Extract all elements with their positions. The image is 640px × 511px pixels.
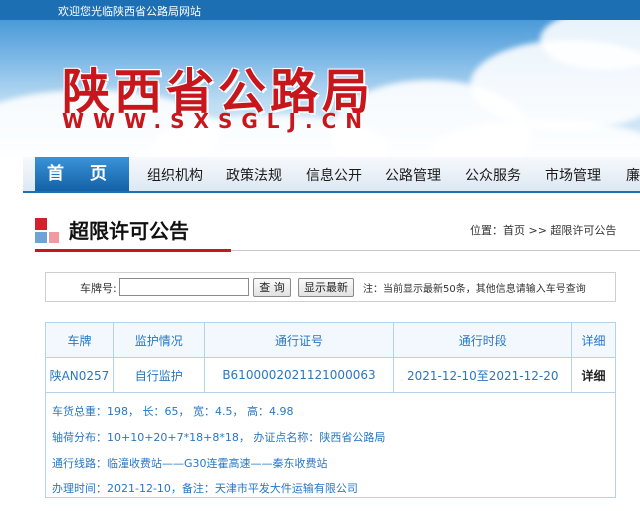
- table-header-row: 车牌 监护情况 通行证号 通行时段 详细: [45, 322, 616, 358]
- detail-issue-time: 办理时间：2021-12-10，备注：天津市平发大件运输有限公司: [52, 482, 358, 495]
- page-title: 超限许可公告: [69, 219, 189, 243]
- title-decoration-icon: [49, 232, 59, 243]
- search-bar: 车牌号: 查 询 显示最新 注：当前显示最新50条，其他信息请输入车号查询: [45, 272, 616, 302]
- detail-route: 通行线路：临潼收费站——G30连霍高速——秦东收费站: [52, 457, 328, 470]
- cell-period: 2021-12-10至2021-12-20: [393, 357, 573, 393]
- site-url: WWW.SXSGLJ.CN: [62, 109, 371, 133]
- plate-input[interactable]: [119, 278, 249, 296]
- table-row: 陕AN0257 自行监护 B6100002021121000063 2021-1…: [45, 357, 616, 393]
- cell-permit-no: B6100002021121000063: [203, 357, 395, 393]
- top-bar: 欢迎您光临陕西省公路局网站: [0, 0, 640, 20]
- search-note: 注：当前显示最新50条，其他信息请输入车号查询: [363, 284, 586, 295]
- show-latest-button[interactable]: 显示最新: [298, 278, 354, 297]
- welcome-text: 欢迎您光临陕西省公路局网站: [58, 5, 201, 18]
- column-header-detail: 详细: [571, 322, 616, 358]
- nav-item-market[interactable]: 市场管理: [545, 157, 601, 191]
- site-banner: 陕西省公路局 WWW.SXSGLJ.CN: [0, 20, 640, 157]
- cell-plate: 陕AN0257: [45, 357, 114, 393]
- nav-item-policy[interactable]: 政策法规: [226, 157, 282, 191]
- column-header-period: 通行时段: [393, 322, 573, 358]
- breadcrumb[interactable]: 位置：首页 >> 超限许可公告: [470, 222, 616, 238]
- plate-label: 车牌号:: [80, 282, 117, 295]
- title-decoration-icon: [35, 232, 47, 243]
- detail-axle-load: 轴荷分布：10+10+20+7*18+8*18， 办证点名称：陕西省公路局: [52, 431, 386, 444]
- detail-link[interactable]: 详细: [571, 357, 616, 393]
- nav-item-integrity[interactable]: 廉: [626, 157, 640, 191]
- column-header-plate: 车牌: [45, 322, 114, 358]
- nav-home[interactable]: 首 页: [35, 157, 129, 191]
- query-button[interactable]: 查 询: [253, 278, 291, 297]
- nav-item-disclosure[interactable]: 信息公开: [306, 157, 362, 191]
- column-header-escort: 监护情况: [112, 322, 205, 358]
- title-underline: [35, 249, 231, 252]
- main-nav: 首 页 组织机构 政策法规 信息公开 公路管理 公众服务 市场管理 廉: [23, 157, 640, 193]
- nav-item-road-management[interactable]: 公路管理: [385, 157, 441, 191]
- permit-details: 车货总重：198， 长：65， 宽：4.5， 高：4.98 轴荷分布：10+10…: [45, 392, 616, 498]
- nav-item-public-service[interactable]: 公众服务: [465, 157, 521, 191]
- permit-table: 车牌 监护情况 通行证号 通行时段 详细 陕AN0257 自行监护 B61000…: [45, 322, 616, 393]
- section-header: 超限许可公告 位置：首页 >> 超限许可公告: [23, 205, 640, 252]
- column-header-permit-no: 通行证号: [203, 322, 395, 358]
- divider: [231, 250, 640, 251]
- detail-weight-dimensions: 车货总重：198， 长：65， 宽：4.5， 高：4.98: [52, 405, 294, 418]
- nav-item-organization[interactable]: 组织机构: [147, 157, 203, 191]
- title-decoration-icon: [35, 218, 47, 230]
- cell-escort: 自行监护: [112, 357, 205, 393]
